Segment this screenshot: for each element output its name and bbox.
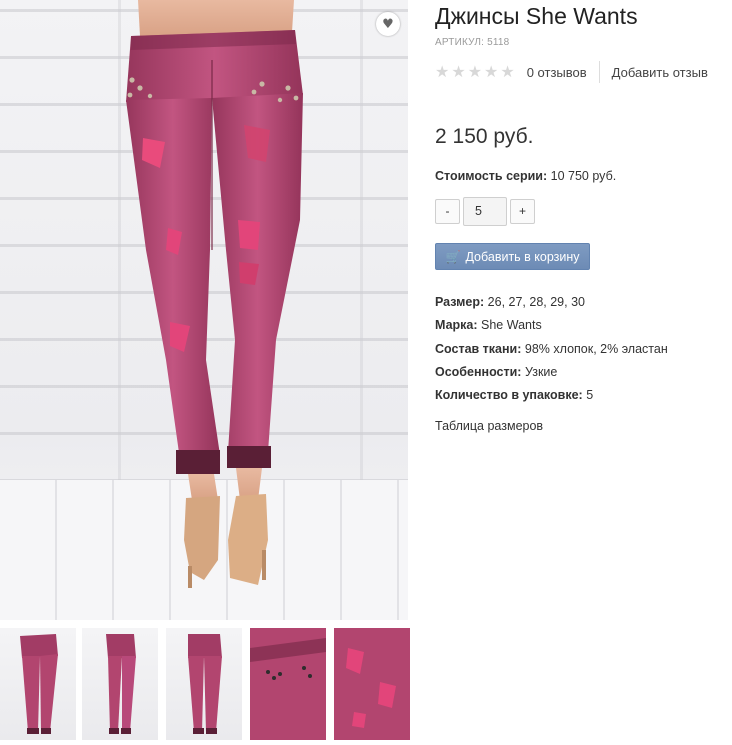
thumbnail-jeans-back [188, 634, 222, 734]
star-icon[interactable]: ★ [468, 64, 482, 80]
sku-label: АРТИКУЛ: [435, 37, 485, 48]
add-to-cart-button[interactable]: 🛒 Добавить в корзину [435, 243, 590, 270]
series-cost-label: Стоимость серии: [435, 169, 548, 183]
product-main-image[interactable]: ♥ [0, 0, 408, 620]
thumbnail-5[interactable] [334, 628, 410, 740]
property-value: She Wants [481, 318, 542, 333]
product-properties: Размер: 26, 27, 28, 29, 30 Марка: She Wa… [435, 292, 668, 408]
star-icon[interactable]: ★ [484, 64, 498, 80]
shopping-cart-icon: 🛒 [445, 249, 461, 264]
sku-value: 5118 [487, 37, 510, 48]
product-title: Джинсы She Wants [435, 3, 638, 29]
property-value: 26, 27, 28, 29, 30 [487, 295, 585, 309]
property-value: 98% хлопок, 2% эластан [524, 341, 668, 356]
quantity-increase-button[interactable]: + [510, 198, 535, 224]
property-label: Состав ткани: [435, 341, 522, 356]
quantity-decrease-button[interactable]: - [435, 198, 460, 224]
property-value: Узкие [524, 364, 558, 379]
thumbnail-1[interactable] [0, 628, 76, 740]
quantity-input[interactable] [463, 196, 507, 226]
thumbnail-gallery [0, 628, 410, 740]
property-label: Марка: [435, 318, 478, 333]
property-label: Количество в упаковке: [435, 388, 583, 403]
series-cost-value: 10 750 руб. [550, 169, 617, 183]
star-icon[interactable]: ★ [435, 64, 449, 80]
thumbnail-3[interactable] [166, 628, 242, 740]
rating-stars[interactable]: ★ ★ ★ ★ ★ [435, 64, 515, 80]
product-price: 2 150 руб. [435, 125, 534, 148]
star-icon[interactable]: ★ [500, 64, 514, 80]
product-sku: АРТИКУЛ: 5118 [435, 37, 509, 48]
add-review-link[interactable]: Добавить отзыв [612, 65, 708, 80]
property-label: Размер: [435, 295, 485, 309]
rating-row: ★ ★ ★ ★ ★ 0 отзывов Добавить отзыв [435, 60, 708, 84]
property-row: Особенности: Узкие [435, 362, 668, 385]
series-cost: Стоимость серии: 10 750 руб. [435, 169, 616, 183]
thumbnail-jeans-pocket-detail [250, 628, 326, 740]
jeans-illustration [126, 0, 303, 588]
quantity-stepper: - + [435, 196, 535, 226]
add-to-cart-label: Добавить в корзину [465, 249, 580, 264]
thumbnail-jeans-side [106, 634, 136, 734]
favorite-button[interactable]: ♥ [376, 12, 400, 36]
property-row: Количество в упаковке: 5 [435, 385, 668, 408]
thumbnail-jeans-rip-detail [334, 628, 410, 740]
star-icon[interactable]: ★ [451, 64, 465, 80]
thumbnail-jeans-front [20, 634, 58, 734]
thumbnail-2[interactable] [82, 628, 158, 740]
property-row: Марка: She Wants [435, 315, 668, 338]
property-value: 5 [586, 388, 594, 403]
heart-icon: ♥ [382, 16, 394, 32]
property-label: Особенности: [435, 364, 522, 379]
size-table-link[interactable]: Таблица размеров [435, 419, 543, 433]
property-row: Состав ткани: 98% хлопок, 2% эластан [435, 339, 668, 362]
property-row: Размер: 26, 27, 28, 29, 30 [435, 292, 668, 315]
reviews-count-link[interactable]: 0 отзывов [527, 65, 587, 80]
rating-divider [598, 61, 600, 83]
thumbnail-4[interactable] [250, 628, 326, 740]
